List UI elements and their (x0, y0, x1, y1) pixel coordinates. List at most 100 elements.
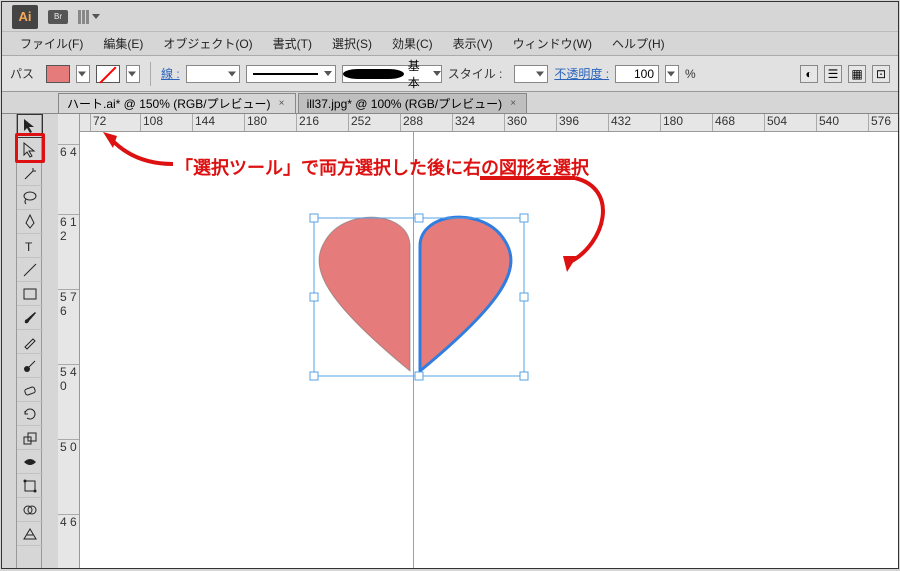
ruler-h-tick: 360 (504, 114, 527, 131)
transform-icon[interactable]: ▦ (848, 65, 866, 83)
ruler-v-tick: 5 0 (58, 439, 79, 454)
pen-tool[interactable] (17, 210, 43, 234)
paintbrush-tool[interactable] (17, 306, 43, 330)
fill-swatch-dropdown[interactable] (76, 65, 90, 83)
tab-ill37-doc[interactable]: ill37.jpg* @ 100% (RGB/プレビュー) × (298, 93, 528, 113)
menu-help[interactable]: ヘルプ(H) (604, 32, 673, 55)
menu-effect[interactable]: 効果(C) (384, 32, 441, 55)
menu-type[interactable]: 書式(T) (265, 32, 320, 55)
menu-select[interactable]: 選択(S) (324, 32, 380, 55)
separator (150, 62, 151, 86)
ruler-h-tick: 468 (712, 114, 735, 131)
bridge-badge[interactable]: Br (48, 10, 68, 24)
selection-tool[interactable] (17, 114, 43, 138)
canvas-area[interactable]: 72 108 144 180 216 252 288 324 360 396 4… (80, 114, 898, 568)
heart-right-shape[interactable] (420, 217, 511, 371)
selection-handle[interactable] (415, 214, 423, 222)
ruler-v-tick: 5 4 0 (58, 364, 79, 393)
ruler-v-tick: 5 7 6 (58, 289, 79, 318)
opacity-dropdown[interactable] (665, 65, 679, 83)
ruler-h-tick: 324 (452, 114, 475, 131)
ruler-v-tick: 4 6 (58, 514, 79, 529)
layout-switcher-icon[interactable] (78, 8, 100, 26)
menu-file[interactable]: ファイル(F) (12, 32, 91, 55)
control-bar: パス 線 : 基本 スタイル : 不透明度 : % ◐ ☰ ▦ ⊡ (2, 56, 898, 92)
direct-selection-tool[interactable] (17, 138, 43, 162)
stroke-swatch[interactable] (96, 65, 120, 83)
type-tool[interactable]: T (17, 234, 43, 258)
title-bar: Ai Br (2, 2, 898, 32)
horizontal-ruler[interactable]: 72 108 144 180 216 252 288 324 360 396 4… (80, 114, 898, 132)
percent-label: % (685, 67, 696, 81)
rectangle-tool[interactable] (17, 282, 43, 306)
opacity-input[interactable] (615, 65, 659, 83)
menu-object[interactable]: オブジェクト(O) (155, 32, 260, 55)
shape-builder-tool[interactable] (17, 498, 43, 522)
tab-label: ill37.jpg* @ 100% (RGB/プレビュー) (307, 95, 503, 112)
selection-handle[interactable] (310, 214, 318, 222)
close-icon[interactable]: × (508, 99, 518, 109)
ruler-h-tick: 576 (868, 114, 891, 131)
selection-handle[interactable] (520, 214, 528, 222)
width-tool[interactable] (17, 450, 43, 474)
menu-window[interactable]: ウィンドウ(W) (505, 32, 600, 55)
app-logo: Ai (12, 5, 38, 29)
ruler-h-tick: 288 (400, 114, 423, 131)
rotate-tool[interactable] (17, 402, 43, 426)
ruler-h-tick: 216 (296, 114, 319, 131)
graphic-style-dropdown[interactable] (514, 65, 548, 83)
ruler-h-tick: 396 (556, 114, 579, 131)
document-tabs: ハート.ai* @ 150% (RGB/プレビュー) × ill37.jpg* … (2, 92, 898, 114)
workspace: T 6 4 6 1 2 5 7 6 5 4 0 5 0 4 6 (2, 114, 898, 568)
selection-handle[interactable] (310, 372, 318, 380)
vertical-ruler[interactable]: 6 4 6 1 2 5 7 6 5 4 0 5 0 4 6 (58, 114, 80, 568)
ruler-h-tick: 540 (816, 114, 839, 131)
opacity-panel-link[interactable]: 不透明度 : (554, 65, 609, 82)
stroke-swatch-dropdown[interactable] (126, 65, 140, 83)
selection-handle[interactable] (415, 372, 423, 380)
ruler-h-tick: 108 (140, 114, 163, 131)
ruler-h-tick: 180 (244, 114, 267, 131)
magic-wand-tool[interactable] (17, 162, 43, 186)
recolor-icon[interactable]: ◐ (800, 65, 818, 83)
toolbox: T (16, 114, 42, 568)
ruler-h-tick: 180 (660, 114, 683, 131)
ruler-h-tick: 72 (90, 114, 106, 131)
stroke-dash-dropdown[interactable] (246, 65, 336, 83)
align-icon[interactable]: ☰ (824, 65, 842, 83)
ruler-v-tick: 6 4 (58, 144, 79, 159)
menu-edit[interactable]: 編集(E) (95, 32, 151, 55)
stroke-panel-link[interactable]: 線 : (161, 65, 180, 82)
stroke-profile-dropdown[interactable]: 基本 (342, 65, 442, 83)
ruler-v-tick: 6 1 2 (58, 214, 79, 243)
ruler-h-tick: 252 (348, 114, 371, 131)
line-tool[interactable] (17, 258, 43, 282)
close-icon[interactable]: × (277, 99, 287, 109)
style-label: スタイル : (448, 65, 503, 82)
perspective-tool[interactable] (17, 522, 43, 546)
heart-selection-group[interactable] (300, 206, 560, 386)
eraser-tool[interactable] (17, 378, 43, 402)
selection-handle[interactable] (310, 293, 318, 301)
ruler-h-tick: 504 (764, 114, 787, 131)
blob-brush-tool[interactable] (17, 354, 43, 378)
selection-handle[interactable] (520, 293, 528, 301)
pencil-tool[interactable] (17, 330, 43, 354)
menu-bar: ファイル(F) 編集(E) オブジェクト(O) 書式(T) 選択(S) 効果(C… (2, 32, 898, 56)
tab-heart-doc[interactable]: ハート.ai* @ 150% (RGB/プレビュー) × (58, 93, 296, 113)
menu-view[interactable]: 表示(V) (445, 32, 501, 55)
free-transform-tool[interactable] (17, 474, 43, 498)
ruler-h-tick: 144 (192, 114, 215, 131)
fill-swatch[interactable] (46, 65, 70, 83)
tab-label: ハート.ai* @ 150% (RGB/プレビュー) (67, 95, 271, 112)
svg-text:T: T (25, 240, 33, 254)
selection-handle[interactable] (520, 372, 528, 380)
ruler-h-tick: 432 (608, 114, 631, 131)
isolate-icon[interactable]: ⊡ (872, 65, 890, 83)
lasso-tool[interactable] (17, 186, 43, 210)
heart-left-shape[interactable] (319, 217, 410, 371)
stroke-weight-dropdown[interactable] (186, 65, 240, 83)
scale-tool[interactable] (17, 426, 43, 450)
selection-mode-label: パス (10, 65, 34, 82)
vertical-guide[interactable] (413, 132, 414, 568)
